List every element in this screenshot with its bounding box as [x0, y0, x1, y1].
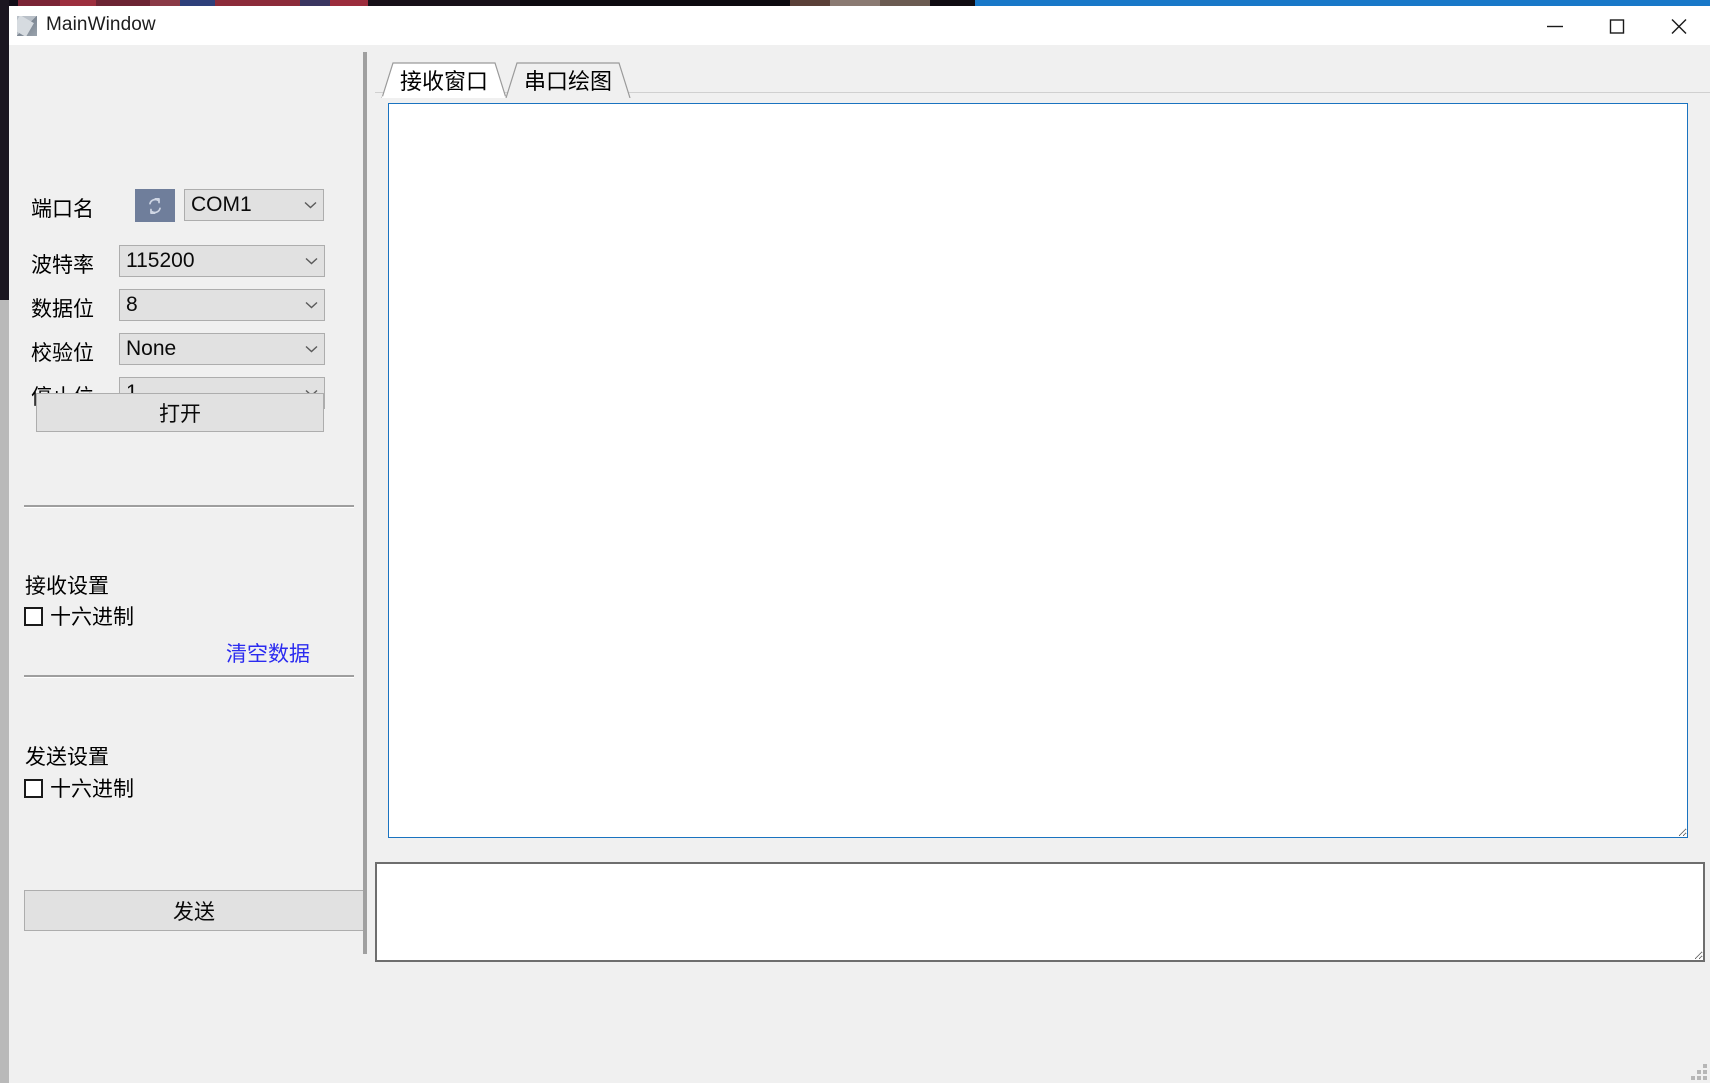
- close-icon: [1671, 19, 1687, 34]
- refresh-icon: [149, 197, 161, 214]
- minimize-icon: [1547, 25, 1563, 28]
- send-button[interactable]: 发送: [24, 890, 364, 931]
- clear-data-link[interactable]: 清空数据: [226, 638, 310, 668]
- data-bits-label: 数据位: [31, 298, 94, 321]
- baud-rate-combo[interactable]: 115200: [119, 245, 325, 277]
- chevron-down-icon: [297, 201, 323, 209]
- port-name-combo[interactable]: COM1: [184, 189, 324, 221]
- title-bar[interactable]: MainWindow: [9, 6, 1710, 45]
- parity-value: None: [126, 337, 177, 360]
- chevron-down-icon: [298, 301, 324, 309]
- port-name-row: 端口名: [31, 193, 94, 223]
- window-title: MainWindow: [46, 14, 156, 35]
- open-port-button[interactable]: 打开: [36, 393, 324, 432]
- resize-grip-icon[interactable]: [1691, 1064, 1707, 1080]
- main-window: MainWindow 端口名 COM1 波特率 115200 数据位 8 校验位…: [9, 6, 1710, 1083]
- tab-bar: 接收窗口 串口绘图: [375, 56, 1710, 98]
- port-name-label: 端口名: [31, 198, 94, 221]
- tab-serial-plot[interactable]: 串口绘图: [505, 62, 631, 98]
- checkbox-box-icon: [24, 778, 43, 798]
- send-textarea[interactable]: [375, 862, 1705, 962]
- divider-2: [24, 675, 354, 678]
- parity-row: 校验位: [31, 337, 94, 367]
- parity-combo[interactable]: None: [119, 333, 325, 365]
- refresh-ports-button[interactable]: [135, 189, 175, 222]
- data-bits-combo[interactable]: 8: [119, 289, 325, 321]
- checkbox-box-icon: [24, 606, 43, 626]
- data-bits-value: 8: [126, 293, 138, 316]
- receive-hex-checkbox[interactable]: 十六进制: [24, 601, 134, 631]
- receive-settings-title: 接收设置: [25, 575, 109, 598]
- tab-receive-window-label: 接收窗口: [399, 69, 488, 94]
- close-button[interactable]: [1648, 6, 1710, 44]
- tab-receive-window[interactable]: 接收窗口: [381, 62, 507, 98]
- send-hex-checkbox[interactable]: 十六进制: [24, 773, 134, 803]
- chevron-down-icon: [298, 345, 324, 353]
- chevron-down-icon: [298, 257, 324, 265]
- maximize-button[interactable]: [1586, 6, 1648, 44]
- receive-hex-label: 十六进制: [50, 606, 134, 629]
- send-settings-title: 发送设置: [25, 746, 109, 769]
- app-window-icon: [17, 16, 37, 36]
- baud-rate-value: 115200: [126, 249, 195, 272]
- data-bits-row: 数据位: [31, 293, 94, 323]
- minimize-button[interactable]: [1524, 6, 1586, 44]
- baud-rate-row: 波特率: [31, 249, 94, 279]
- tab-serial-plot-label: 串口绘图: [523, 69, 612, 94]
- divider-1: [24, 505, 354, 508]
- background-window-left-edge: [0, 300, 9, 1083]
- send-hex-label: 十六进制: [50, 778, 134, 801]
- port-name-value: COM1: [191, 193, 252, 216]
- maximize-icon: [1609, 19, 1625, 34]
- settings-sidebar: 端口名 COM1 波特率 115200 数据位 8 校验位 None 打开 接收…: [9, 45, 364, 1083]
- main-content-panel: 接收窗口 串口绘图: [367, 45, 1710, 1083]
- baud-rate-label: 波特率: [31, 254, 94, 277]
- receive-textarea[interactable]: [388, 103, 1688, 838]
- parity-label: 校验位: [31, 342, 94, 365]
